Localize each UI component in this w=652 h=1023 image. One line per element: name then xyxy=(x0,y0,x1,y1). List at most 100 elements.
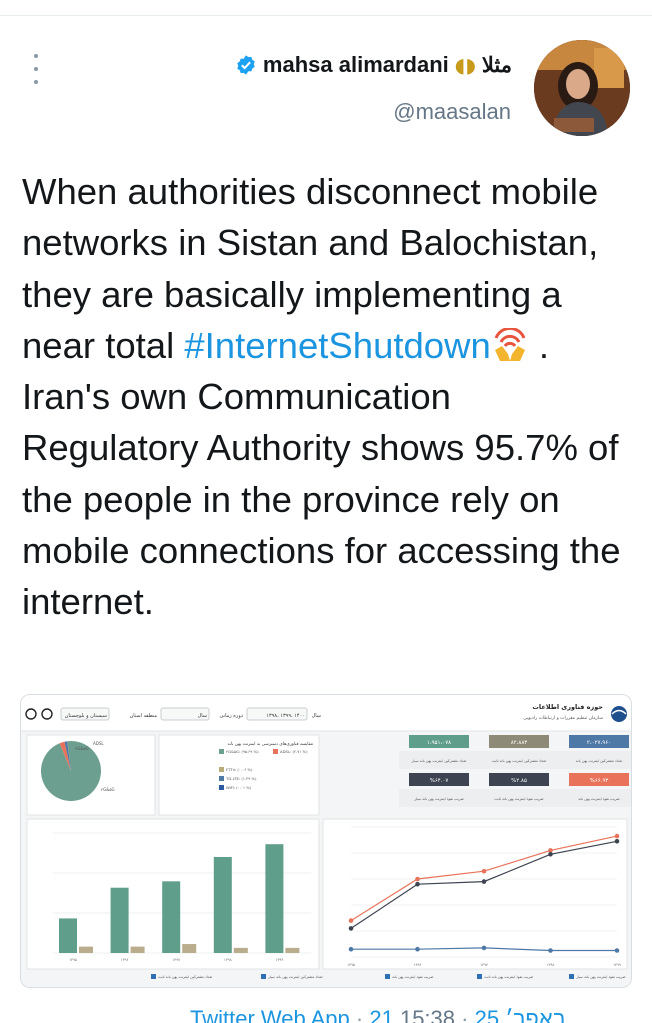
pie-legend-label: WiFi: (۰.۰۱ %) xyxy=(226,785,252,790)
pie-label-side: ۴G&۵G xyxy=(75,746,89,751)
pie-legend-label: FTTx: (۰.۰۶ %) xyxy=(226,767,253,772)
bar-mobile xyxy=(110,887,129,953)
line-tick-label: ۱۳۹۷ xyxy=(480,963,488,967)
dashboard-title: حوزه فناوری اطلاعات xyxy=(532,703,603,711)
bar-tick-label: ۱۳۹۸ xyxy=(224,958,232,962)
display-name: mahsa alimardani xyxy=(262,52,449,77)
bar-fixed xyxy=(285,947,300,953)
pie-legend-swatch xyxy=(219,785,224,790)
meta-separator: · xyxy=(455,1006,469,1023)
bar-fixed xyxy=(233,947,248,953)
line-legend-label: ضریب نفوذ اینترنت پهن باند ثابت xyxy=(484,975,533,979)
line-legend-label: ضریب نفوذ اینترنت پهن باند سیار xyxy=(575,975,626,979)
pie-legend-swatch xyxy=(219,749,224,754)
filter-period-label: دوره زمانی xyxy=(220,713,243,719)
line-tick-label: ۱۳۹۹ xyxy=(613,963,621,967)
kpi-label: تعداد مشترکین اینترنت پهن باند xyxy=(576,759,623,763)
avatar-photo xyxy=(534,40,630,136)
line-tick-label: ۱۳۹۸ xyxy=(547,963,555,967)
line-point xyxy=(415,881,420,887)
kpi-value: %۶۴.۰۷ xyxy=(430,778,449,784)
kpi-value: %۲.۸۵ xyxy=(511,778,527,784)
kpi-label: ضریب نفوذ اینترنت پهن باند xyxy=(578,797,619,801)
filter-period-value: سال xyxy=(198,713,207,719)
bar-mobile xyxy=(162,881,181,953)
legend-checkbox xyxy=(477,974,482,979)
line-point xyxy=(614,948,620,953)
dashboard-subtitle: سازمان تنظیم مقررات و ارتباطات رادیویی xyxy=(523,716,603,721)
filter-year-label: سال xyxy=(312,713,321,719)
bar-legend-label: تعداد مشترکین اینترنت پهن باند سیار xyxy=(267,975,323,979)
verified-badge-icon xyxy=(237,55,255,75)
bar-mobile xyxy=(213,857,232,953)
bar-fixed xyxy=(130,946,145,953)
line-point xyxy=(481,868,487,874)
bar-legend-label: تعداد مشترکین اینترنت پهن باند ثابت xyxy=(158,975,212,979)
line-point xyxy=(348,946,354,952)
line-tick-label: ۱۳۹۵ xyxy=(347,963,355,967)
user-name-row[interactable]: mahsa alimardani ◖◗ مثلا xyxy=(235,52,512,78)
bar-tick-label: ۱۳۹۷ xyxy=(172,958,180,962)
kpi-value: ۲،۰۲۷،۹۶۰ xyxy=(587,740,611,746)
pie-legend-label: TD-LTE: (۱.۴۹ %) xyxy=(225,776,257,781)
line-point xyxy=(415,876,420,882)
kpi-label: تعداد مشترکین اینترنت پهن باند سیار xyxy=(411,759,467,763)
cra-logo-icon xyxy=(611,706,627,722)
kpi-label: ضریب نفوذ اینترنت پهن باند سیار xyxy=(413,797,464,801)
line-tick-label: ۱۳۹۶ xyxy=(414,963,422,967)
legend-checkbox xyxy=(385,974,390,979)
pie-legend-label: ۴G&۵G: (۹۵.۶۹ %) xyxy=(226,749,259,754)
pie-legend-swatch xyxy=(219,767,224,772)
legend-checkbox xyxy=(569,974,574,979)
kpi-label: ضریب نفوذ اینترنت پهن باند ثابت xyxy=(494,797,543,801)
avatar[interactable] xyxy=(534,40,630,136)
tweet-source[interactable]: Twitter Web App xyxy=(190,1006,350,1023)
line-point xyxy=(548,948,553,953)
pie-legend-swatch xyxy=(273,749,278,754)
tweet-media-image[interactable]: سیستان و بلوچستان منطقه استان سال دوره ز… xyxy=(20,694,632,988)
legend-checkbox xyxy=(261,974,266,979)
bar-mobile xyxy=(265,844,284,953)
more-options-icon[interactable] xyxy=(26,54,46,84)
bar-mobile xyxy=(59,918,77,953)
line-point xyxy=(415,946,420,952)
kpi-value: %۶۶.۹۳ xyxy=(590,778,609,784)
filter-province-label: منطقه استان xyxy=(130,713,158,719)
user-handle[interactable]: @maasalan xyxy=(393,99,511,125)
line-point xyxy=(348,926,354,931)
line-point xyxy=(481,879,487,884)
tweet-time: 15:38 xyxy=(399,1006,456,1023)
pie-legend-label: ADSL: (۲.۷۱ %) xyxy=(280,749,308,754)
line-point xyxy=(481,945,487,951)
line-point xyxy=(348,918,354,923)
top-divider xyxy=(0,0,652,16)
hashtag-link[interactable]: #InternetShutdown xyxy=(184,325,490,366)
line-point xyxy=(614,839,620,844)
kpi-value: ۱،۹۵۱،۰۷۸ xyxy=(427,740,451,746)
bar-tick-label: ۱۳۹۵ xyxy=(69,958,77,962)
pie-title: مقایسه فناوری‌های دسترسی به اینترنت پهن … xyxy=(228,742,313,747)
tweet-meta: Twitter Web App · 21 באפר׳ 25 · 15:38 xyxy=(190,1006,566,1023)
pie-label-big: ۴G&۵G xyxy=(101,787,115,792)
filter-province-value: سیستان و بلوچستان xyxy=(65,713,107,719)
bar-fixed xyxy=(79,946,93,953)
pie-slice xyxy=(41,741,102,801)
line-chart-legend: ضریب نفوذ اینترنت پهن باند سیار ضریب نفوذ… xyxy=(385,974,626,979)
bar-tick-label: ۱۳۹۹ xyxy=(276,958,284,962)
filter-year-value: ۱۳۹۸، ۱۳۹۹، ۱۴۰۰ xyxy=(266,713,305,719)
bar-tick-label: ۱۳۹۶ xyxy=(121,958,129,962)
wireless-hands-emoji-icon xyxy=(494,327,526,361)
rtl-name: مثلا xyxy=(481,53,512,77)
moon-icon: ◖◗ xyxy=(454,53,476,77)
tweet-date[interactable]: 21 באפר׳ 25 xyxy=(369,1006,565,1023)
line-point xyxy=(548,852,553,857)
dashboard-screenshot: سیستان و بلوچستان منطقه استان سال دوره ز… xyxy=(21,695,631,987)
tweet-text: When authorities disconnect mobile netwo… xyxy=(22,166,634,628)
bar-fixed xyxy=(182,944,197,953)
meta-separator: · xyxy=(355,1006,370,1023)
kpi-label: تعداد مشترکین اینترنت پهن باند ثابت xyxy=(492,759,546,763)
pie-chart xyxy=(41,741,102,801)
line-legend-label: ضریب نفوذ اینترنت پهن باند xyxy=(392,975,433,979)
line-point xyxy=(614,833,620,839)
pie-legend-swatch xyxy=(219,776,224,781)
